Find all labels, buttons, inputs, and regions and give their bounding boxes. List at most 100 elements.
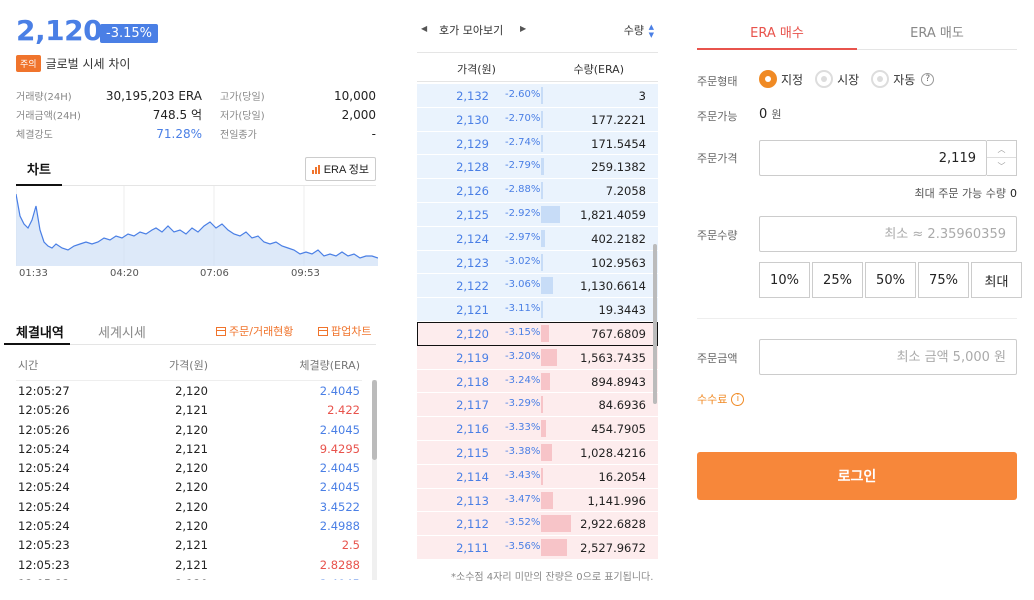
sort-icon[interactable]: ▲ ▼ <box>649 23 654 39</box>
ob-qty: 16.2054 <box>598 469 646 484</box>
tab-trade-history[interactable]: 체결내역 <box>4 322 70 345</box>
trade-time: 12:05:26 <box>18 422 70 437</box>
ob-qty: 19.3443 <box>598 303 646 318</box>
pct-25-button[interactable]: 25% <box>812 262 863 298</box>
tab-chart[interactable]: 차트 <box>16 159 62 186</box>
order-status-label: 주문/거래현황 <box>229 325 294 338</box>
orderbook-bid-row[interactable]: 2,119 -3.20% 1,563.7435 <box>417 345 658 370</box>
orderbook-ask-row[interactable]: 2,125 -2.92% 1,821.4059 <box>417 202 658 227</box>
mini-price-chart[interactable] <box>16 186 378 266</box>
orderbook-ask-row[interactable]: 2,132 -2.60% 3 <box>417 84 658 108</box>
info-icon[interactable]: i <box>731 392 745 406</box>
stat-value: 30,195,203 ERA <box>105 88 202 103</box>
orderbook-ask-row[interactable]: 2,124 -2.97% 402.2182 <box>417 226 658 251</box>
trade-row: 12:05:26 2,121 2.422 <box>16 400 362 419</box>
radio-label: 자동 <box>893 72 916 87</box>
tab-buy[interactable]: ERA 매수 <box>697 22 857 50</box>
order-status-link[interactable]: 주문/거래현황 <box>216 323 293 339</box>
depth-bar <box>541 396 543 414</box>
pct-75-button[interactable]: 75% <box>918 262 969 298</box>
orderbook-ask-row[interactable]: 2,123 -3.02% 102.9563 <box>417 250 658 275</box>
ob-price: 2,120 <box>456 326 489 341</box>
trade-price: 2,120 <box>175 519 208 534</box>
radio-dot[interactable] <box>815 70 834 88</box>
orderbook-list: 2,132 -2.60% 3 2,130 -2.70% 177.2221 2,129 -2.7… <box>417 84 658 566</box>
radio-dot[interactable] <box>759 70 777 88</box>
sort-qty-label[interactable]: 수량 <box>624 22 644 38</box>
caret-left-icon[interactable]: ◀ <box>421 24 427 33</box>
qty-input[interactable] <box>759 216 1017 252</box>
tab-world-prices[interactable]: 세계시세 <box>98 322 146 341</box>
trade-qty: 2.4045 <box>319 461 360 476</box>
ob-change: -3.11% <box>505 303 541 315</box>
orderbook-bid-row[interactable]: 2,115 -3.38% 1,028.4216 <box>417 440 658 465</box>
radio-dot[interactable] <box>871 70 890 88</box>
orderbook-scrollbar[interactable] <box>653 244 657 404</box>
depth-bar <box>541 87 543 104</box>
pct-max-button[interactable]: 최대 <box>971 262 1022 298</box>
trade-row: 12:05:24 2,120 2.4988 <box>16 516 362 535</box>
orderbook-bid-row[interactable]: 2,113 -3.47% 1,141.996 <box>417 488 658 513</box>
ob-price: 2,125 <box>456 207 489 222</box>
price-stepper[interactable]: ︿ ﹀ <box>987 140 1017 176</box>
stat-value: 2,000 <box>341 107 376 122</box>
orderbook-bid-row[interactable]: 2,114 -3.43% 16.2054 <box>417 464 658 489</box>
order-form-panel: ERA 매수 ERA 매도 주문형태 지정 시장 자동? 주문가능 0 원 주문… <box>697 0 1022 600</box>
col-qty: 체결량(ERA) <box>299 359 360 372</box>
stat-label: 전일종가 <box>220 130 257 141</box>
radio-label: 시장 <box>837 72 860 87</box>
ob-qty: 2,922.6828 <box>580 517 646 532</box>
amount-input[interactable] <box>759 339 1017 375</box>
x-tick: 09:53 <box>291 268 320 279</box>
orderbook-ask-row[interactable]: 2,128 -2.79% 259.1382 <box>417 155 658 180</box>
trade-qty: 2.4045 <box>320 577 360 580</box>
max-qty-label: 최대 주문 가능 수량 <box>914 187 1006 200</box>
trade-row: 12:05:24 2,120 2.4045 <box>16 458 362 477</box>
orderbook-bid-row[interactable]: 2,112 -3.52% 2,922.6828 <box>417 512 658 537</box>
buy-sell-tabs: ERA 매수 ERA 매도 <box>697 14 1017 50</box>
pct-buttons: 10% 25% 50% 75% 최대 <box>759 262 1023 298</box>
x-tick: 04:20 <box>110 268 139 279</box>
depth-bar <box>541 134 543 152</box>
ob-col-qty: 수량(ERA) <box>573 63 625 76</box>
pct-50-button[interactable]: 50% <box>865 262 916 298</box>
group-view-label[interactable]: 호가 모아보기 <box>439 22 503 38</box>
orderbook-bid-row[interactable]: 2,111 -3.56% 2,527.9672 <box>417 536 658 560</box>
pct-10-button[interactable]: 10% <box>759 262 810 298</box>
era-info-button[interactable]: ERA 정보 <box>304 157 376 181</box>
popup-chart-link[interactable]: 팝업차트 <box>318 323 371 339</box>
trade-qty: 2.4045 <box>319 480 360 495</box>
orderbook-bid-row[interactable]: 2,116 -3.33% 454.7905 <box>417 417 658 441</box>
stat-label: 거래금액(24H) <box>16 111 81 122</box>
radio-market[interactable]: 시장 <box>815 70 859 88</box>
x-tick: 01:33 <box>19 268 48 279</box>
help-icon[interactable]: ? <box>921 72 935 86</box>
divider <box>697 318 1017 319</box>
login-button[interactable]: 로그인 <box>697 452 1017 500</box>
trade-scrollbar[interactable] <box>372 380 377 580</box>
fee-link[interactable]: 수수료 i <box>697 391 745 407</box>
price-input[interactable] <box>759 140 987 176</box>
orderbook-ask-row[interactable]: 2,126 -2.88% 7.2058 <box>417 179 658 203</box>
orderbook-current-row[interactable]: 2,120 -3.15% 767.6809 <box>417 321 658 346</box>
tab-sell[interactable]: ERA 매도 <box>857 22 1017 41</box>
radio-auto[interactable]: 자동? <box>871 70 935 88</box>
stat-value: 748.5 억 <box>152 108 202 122</box>
amount-label: 주문금액 <box>697 352 738 365</box>
orderbook-panel: ◀ 호가 모아보기 ▶ 수량 ▲ ▼ 가격(원) 수량(ERA) 2,132 -2.… <box>417 0 658 600</box>
radio-limit[interactable]: 지정 <box>759 70 803 88</box>
ob-qty: 7.2058 <box>605 184 646 199</box>
stepper-up-icon[interactable]: ︿ <box>987 141 1016 158</box>
trade-row: 12:05:23 2,121 2.5 <box>16 535 362 554</box>
ob-col-price: 가격(원) <box>457 63 496 76</box>
orderbook-ask-row[interactable]: 2,122 -3.06% 1,130.6614 <box>417 274 658 299</box>
orderbook-bid-row[interactable]: 2,118 -3.24% 894.8943 <box>417 369 658 394</box>
orderbook-ask-row[interactable]: 2,130 -2.70% 177.2221 <box>417 107 658 132</box>
caret-right-icon[interactable]: ▶ <box>520 24 526 33</box>
orderbook-ask-row[interactable]: 2,121 -3.11% 19.3443 <box>417 298 658 322</box>
scroll-thumb[interactable] <box>372 380 377 460</box>
stepper-down-icon[interactable]: ﹀ <box>987 158 1016 175</box>
orderbook-bid-row[interactable]: 2,117 -3.29% 84.6936 <box>417 393 658 418</box>
ob-price: 2,116 <box>456 422 489 437</box>
orderbook-ask-row[interactable]: 2,129 -2.74% 171.5454 <box>417 131 658 156</box>
